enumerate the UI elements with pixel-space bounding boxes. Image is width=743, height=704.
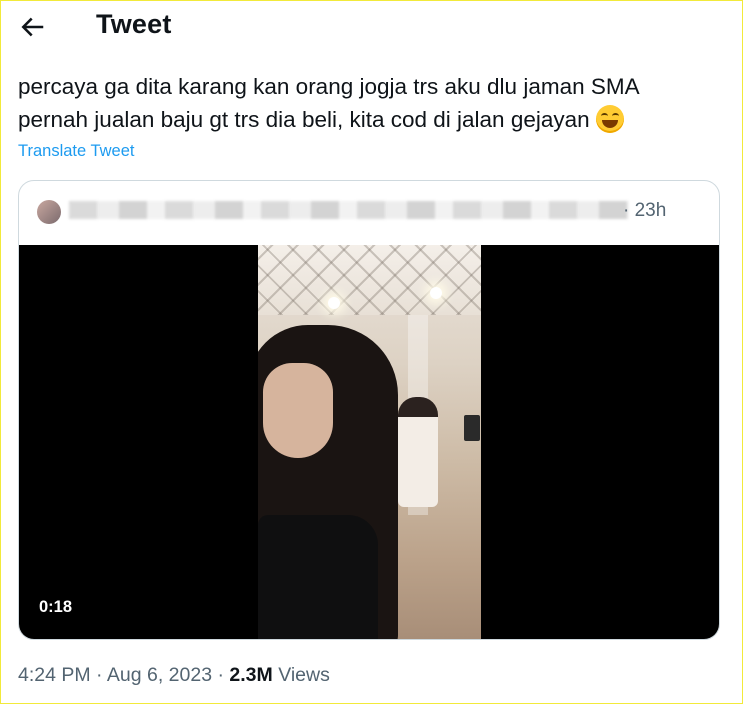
arrow-left-icon bbox=[21, 17, 44, 37]
foreground-person-top bbox=[258, 515, 378, 639]
ceiling-light bbox=[328, 297, 340, 309]
top-bar: Tweet bbox=[0, 0, 743, 52]
back-button[interactable] bbox=[17, 12, 47, 42]
tweet-text-line-1: percaya ga dita karang kan orang jogja t… bbox=[18, 74, 640, 99]
separator: · bbox=[212, 664, 230, 686]
video-duration-badge: 0:18 bbox=[39, 598, 73, 616]
views-count: 2.3M bbox=[229, 664, 273, 686]
speaker-graphic bbox=[464, 415, 480, 441]
blurred-author-name bbox=[69, 201, 629, 219]
ceiling-graphic bbox=[258, 245, 481, 315]
quoted-tweet-header: · 23h bbox=[19, 181, 719, 245]
separator: · bbox=[90, 664, 107, 686]
quoted-tweet-time[interactable]: · 23h bbox=[623, 200, 666, 222]
quoted-tweet-card[interactable]: · 23h 0:18 bbox=[18, 180, 720, 640]
views-label: Views bbox=[272, 664, 330, 686]
tweet-text-line-2: pernah jualan baju gt trs dia beli, kita… bbox=[18, 107, 590, 132]
video-player[interactable]: 0:18 bbox=[19, 245, 719, 639]
foreground-person-face bbox=[263, 363, 333, 458]
background-dancer bbox=[398, 397, 438, 507]
translate-tweet-link[interactable]: Translate Tweet bbox=[18, 142, 134, 161]
tweet-text: percaya ga dita karang kan orang jogja t… bbox=[18, 70, 718, 136]
tweet-time[interactable]: 4:24 PM bbox=[18, 664, 91, 686]
grinning-face-emoji-icon bbox=[595, 105, 624, 133]
ceiling-light bbox=[430, 287, 442, 299]
page-title: Tweet bbox=[96, 9, 172, 39]
quoted-author-avatar[interactable] bbox=[37, 200, 61, 224]
tweet-metadata: 4:24 PM · Aug 6, 2023 · 2.3M Views bbox=[18, 664, 330, 687]
video-thumbnail bbox=[258, 245, 481, 639]
tweet-date[interactable]: Aug 6, 2023 bbox=[107, 664, 212, 686]
